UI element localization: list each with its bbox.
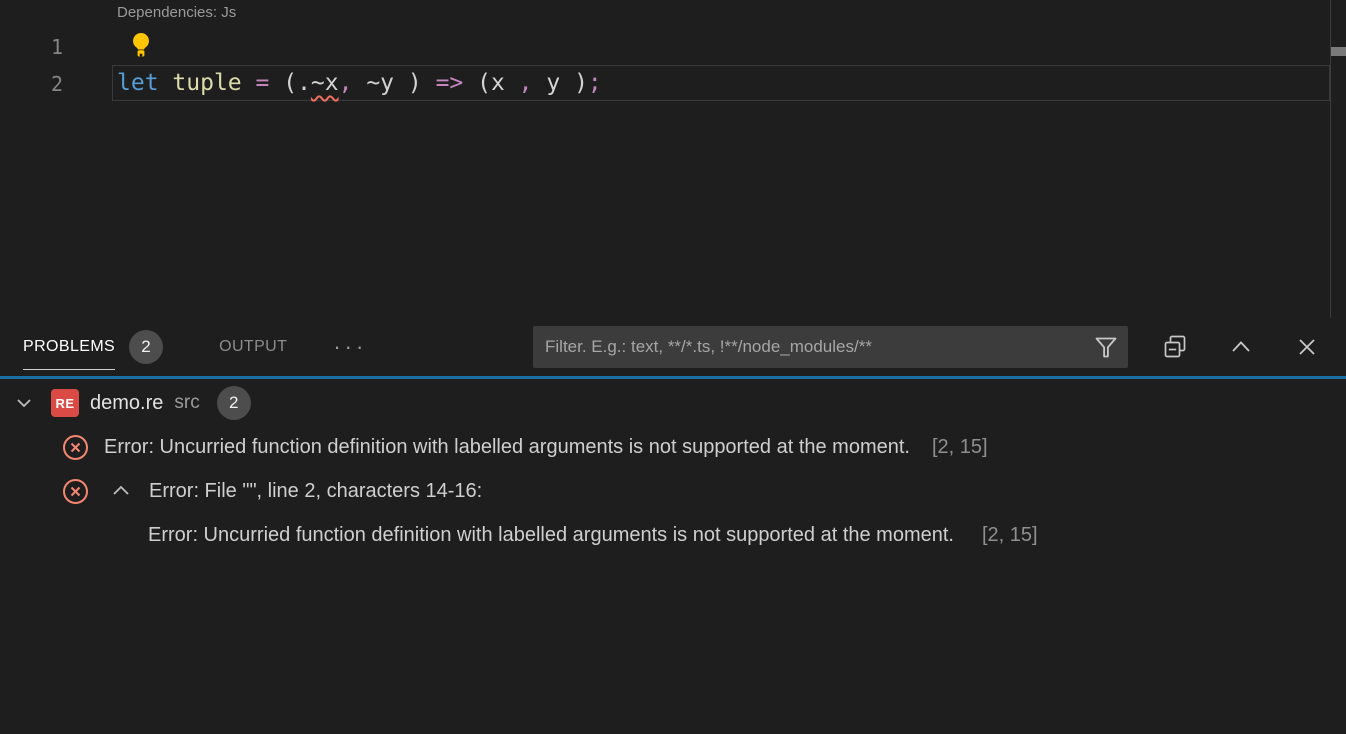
- tab-problems-label: PROBLEMS: [23, 338, 115, 356]
- tab-output-label: OUTPUT: [219, 338, 287, 356]
- code-token: (.: [269, 70, 311, 96]
- panel-tabs: PROBLEMS 2 OUTPUT ···: [23, 318, 367, 376]
- problem-position: [2, 15]: [982, 524, 1038, 547]
- lightbulb-icon[interactable]: [130, 32, 152, 58]
- panel-header: PROBLEMS 2 OUTPUT ···: [0, 318, 1346, 376]
- filter-input[interactable]: [533, 337, 1094, 357]
- code-token-keyword: let: [117, 70, 159, 96]
- more-tabs-button[interactable]: ···: [333, 318, 367, 376]
- problem-row-1[interactable]: Error: Uncurried function definition wit…: [0, 425, 1346, 469]
- close-panel-icon[interactable]: [1294, 334, 1320, 360]
- file-problems-badge: 2: [217, 386, 251, 420]
- code-token: y ): [533, 70, 588, 96]
- code-token: ~y ): [352, 70, 435, 96]
- problem-row-2[interactable]: Error: File "", line 2, characters 14-16…: [0, 469, 1346, 513]
- problem-message: Error: Uncurried function definition wit…: [148, 524, 954, 547]
- file-row-demo-re[interactable]: RE demo.re src 2: [0, 381, 1346, 425]
- vscode-window: Dependencies: Js 1 2 let tuple = (.~x, ~…: [0, 0, 1346, 734]
- code-token: [242, 70, 256, 96]
- code-editor: Dependencies: Js 1 2 let tuple = (.~x, ~…: [0, 0, 1346, 318]
- chevron-up-icon[interactable]: [109, 479, 133, 503]
- problem-row-2-detail[interactable]: Error: Uncurried function definition wit…: [0, 513, 1346, 557]
- tab-problems[interactable]: PROBLEMS 2: [23, 318, 163, 376]
- problem-message: Error: File "", line 2, characters 14-16…: [149, 480, 482, 503]
- problems-tree: RE demo.re src 2 Error: Uncurried functi…: [0, 381, 1346, 557]
- line-number-1[interactable]: 1: [0, 29, 63, 66]
- code-token-identifier: tuple: [172, 70, 241, 96]
- code-token-operator: ,: [339, 70, 353, 96]
- code-token-error-squiggle: ~x: [311, 70, 339, 96]
- code-token: (x: [463, 70, 518, 96]
- code-token-operator: ;: [588, 70, 602, 96]
- problem-position: [2, 15]: [932, 436, 988, 459]
- tab-output[interactable]: OUTPUT: [219, 318, 287, 376]
- error-icon: [62, 434, 89, 461]
- scrollbar-marker[interactable]: [1331, 47, 1346, 56]
- code-token-operator: =: [256, 70, 270, 96]
- chevron-down-icon[interactable]: [13, 392, 35, 414]
- error-icon: [62, 478, 89, 505]
- code-token: [159, 70, 173, 96]
- reason-file-icon: RE: [51, 389, 79, 417]
- panel-action-icons: [1162, 318, 1320, 376]
- panel-accent-border: [0, 376, 1346, 379]
- code-token-operator: ,: [519, 70, 533, 96]
- problems-count-badge: 2: [129, 330, 163, 364]
- code-line[interactable]: let tuple = (.~x, ~y ) => (x , y );: [117, 66, 602, 101]
- file-path: src: [174, 392, 199, 414]
- problem-message: Error: Uncurried function definition wit…: [104, 436, 910, 459]
- codelens-link[interactable]: Dependencies: Js: [117, 4, 236, 21]
- maximize-panel-icon[interactable]: [1228, 334, 1254, 360]
- file-name: demo.re: [90, 392, 163, 415]
- filter-funnel-icon[interactable]: [1094, 334, 1118, 360]
- restore-panel-icon[interactable]: [1162, 334, 1188, 360]
- line-number-2[interactable]: 2: [0, 66, 63, 103]
- problems-filter-box: [533, 326, 1128, 368]
- code-token-operator: =>: [436, 70, 464, 96]
